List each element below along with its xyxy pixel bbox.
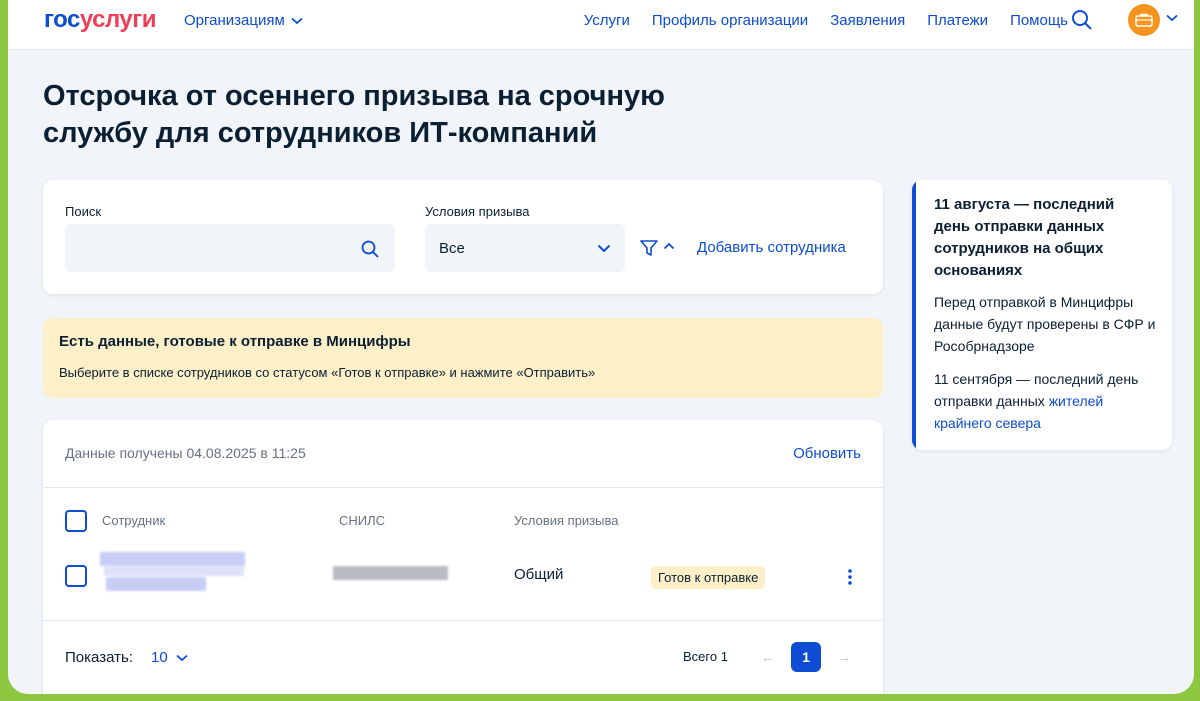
organizations-menu-label: Организациям xyxy=(184,12,285,29)
logo-part-gos: гос xyxy=(44,6,80,33)
deadline-title: 11 августа — последний день отправки дан… xyxy=(934,196,1115,279)
avatar[interactable] xyxy=(1128,4,1160,36)
nav-item-org-profile[interactable]: Профиль организации xyxy=(652,12,808,29)
search-input[interactable] xyxy=(65,224,395,272)
notice-title: Есть данные, готовые к отправке в Минциф… xyxy=(59,333,411,350)
north-deadline-text: 11 сентября — последний день отправки да… xyxy=(934,371,1139,409)
next-page-arrow-icon[interactable]: → xyxy=(837,649,851,665)
data-received-timestamp: Данные получены 04.08.2025 в 11:25 xyxy=(65,445,306,461)
chevron-down-icon xyxy=(291,17,303,24)
column-header-employee: Сотрудник xyxy=(102,513,166,528)
briefcase-icon xyxy=(1135,13,1153,27)
deadline-info-card: 11 августа — последний день отправки дан… xyxy=(912,180,1172,450)
logo-part-uslugi: услуги xyxy=(79,6,157,33)
ready-to-send-notice: Есть данные, готовые к отправке в Минциф… xyxy=(43,318,883,398)
column-header-conditions: Условия призыва xyxy=(514,513,619,528)
app-window: госуслуги Организациям Услуги Профиль ор… xyxy=(8,0,1194,694)
add-employee-link[interactable]: Добавить сотрудника xyxy=(697,239,846,256)
page-size-select[interactable]: 10 xyxy=(151,649,188,666)
pagination-page-1[interactable]: 1 xyxy=(791,642,821,672)
north-deadline-info: 11 сентября — последний день отправки да… xyxy=(934,368,1159,434)
prev-page-arrow-icon[interactable]: ← xyxy=(761,649,775,665)
top-header: госуслуги Организациям Услуги Профиль ор… xyxy=(8,0,1194,50)
accent-bar xyxy=(912,180,916,450)
more-vertical-icon[interactable] xyxy=(847,568,853,586)
nav-item-applications[interactable]: Заявления xyxy=(830,12,905,29)
select-all-checkbox[interactable] xyxy=(65,510,87,532)
verification-info: Перед отправкой в Минцифры данные будут … xyxy=(934,294,1156,354)
snils-redacted xyxy=(333,566,448,580)
employees-table: Данные получены 04.08.2025 в 11:25 Обнов… xyxy=(43,420,883,694)
divider xyxy=(43,487,883,488)
organizations-menu[interactable]: Организациям xyxy=(184,12,303,29)
filters-panel: Поиск Условия призыва Все Добавить сотру… xyxy=(43,180,883,294)
filter-icon[interactable] xyxy=(639,238,659,258)
search-input-icon[interactable] xyxy=(360,239,380,259)
row-checkbox[interactable] xyxy=(65,565,87,587)
conditions-select[interactable]: Все xyxy=(425,224,625,272)
account-chevron-down-icon[interactable] xyxy=(1166,14,1178,22)
chevron-down-icon xyxy=(176,654,188,661)
chevron-down-icon xyxy=(597,244,611,252)
status-badge: Готов к отправке xyxy=(651,566,766,589)
main-nav: Услуги Профиль организации Заявления Пла… xyxy=(584,12,1068,29)
nav-item-payments[interactable]: Платежи xyxy=(927,12,988,29)
nav-item-help[interactable]: Помощь xyxy=(1010,12,1068,29)
page-size-value: 10 xyxy=(151,649,168,666)
conditions-select-value: Все xyxy=(439,239,465,257)
chevron-up-icon[interactable] xyxy=(663,242,675,250)
total-count: Всего 1 xyxy=(683,649,728,664)
page-size-label: Показать: xyxy=(65,649,133,666)
search-label: Поиск xyxy=(65,204,102,219)
page-title: Отсрочка от осеннего призыва на срочную … xyxy=(43,80,665,149)
divider xyxy=(43,620,883,621)
nav-item-services[interactable]: Услуги xyxy=(584,12,630,29)
refresh-link[interactable]: Обновить xyxy=(793,445,861,462)
notice-text: Выберите в списке сотрудников со статусо… xyxy=(59,365,596,380)
gosuslugi-logo[interactable]: госуслуги xyxy=(44,6,157,34)
conditions-label: Условия призыва xyxy=(425,204,530,219)
search-icon[interactable] xyxy=(1070,8,1094,32)
column-header-snils: СНИЛС xyxy=(339,513,386,528)
row-conditions: Общий xyxy=(514,566,564,583)
